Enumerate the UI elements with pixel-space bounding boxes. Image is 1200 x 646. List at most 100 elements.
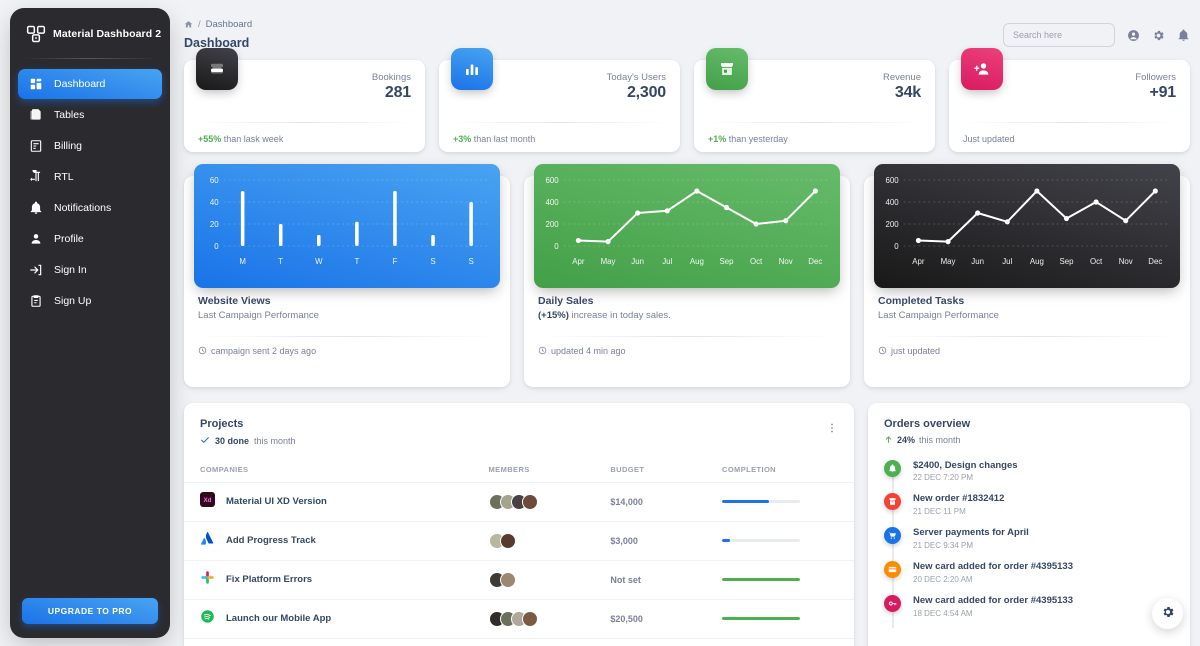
- timeline-item-title: New card added for order #4395133: [913, 560, 1073, 572]
- divider: [451, 121, 668, 123]
- sidebar-item-notifications[interactable]: Notifications: [18, 193, 162, 223]
- main-content: / Dashboard Dashboard Search here Bookin…: [178, 0, 1200, 646]
- arrow-up-icon: [884, 435, 893, 446]
- home-icon[interactable]: [184, 17, 193, 33]
- chart-footer-text: campaign sent 2 days ago: [211, 346, 317, 356]
- sidebar-divider: [22, 58, 158, 59]
- stat-cards: Bookings 281 +55% than lask week Today's…: [178, 47, 1200, 152]
- projects-period: this month: [254, 435, 296, 446]
- svg-text:Oct: Oct: [750, 256, 763, 265]
- person-icon: [28, 232, 43, 247]
- chart-footer-text: updated 4 min ago: [551, 346, 626, 356]
- timeline-item[interactable]: New card added for order #4395133 20 DEC…: [884, 560, 1174, 584]
- progress-bar: [722, 539, 800, 542]
- topbar: / Dashboard Dashboard: [178, 0, 1200, 50]
- orders-overview-card: Orders overview 24% this month $2400, De…: [868, 402, 1190, 646]
- slack-icon: [200, 570, 215, 590]
- stat-delta-text: Just updated: [963, 133, 1015, 144]
- breadcrumb-current[interactable]: Dashboard: [206, 20, 252, 30]
- settings-fab-button[interactable]: [1152, 598, 1183, 629]
- avatar: [521, 493, 538, 510]
- svg-text:Sep: Sep: [1059, 256, 1074, 265]
- timeline-item-time: 22 DEC 7:20 PM: [913, 473, 974, 483]
- sidebar-item-tables[interactable]: Tables: [18, 100, 162, 130]
- sidebar-item-label: Tables: [54, 109, 85, 121]
- svg-text:May: May: [941, 256, 956, 265]
- more-vert-icon[interactable]: [826, 421, 838, 439]
- upgrade-to-pro-button[interactable]: UPGRADE TO PRO: [22, 598, 158, 624]
- daily-sales-chart: 0 200 400 600 Apr May Jun Jul Aug Sep Oct Nov Dec: [534, 163, 840, 288]
- stat-delta: +55%: [198, 133, 222, 144]
- cell-budget: $3,000: [610, 521, 722, 561]
- timeline-item[interactable]: New card added for order #4395133 18 DEC…: [884, 594, 1174, 618]
- sidebar-item-label: Sign In: [54, 264, 87, 276]
- cell-company: Launch our Mobile App: [184, 599, 489, 639]
- timeline-item-time: 21 DEC 9:34 PM: [913, 540, 974, 550]
- clock-icon: [538, 346, 547, 357]
- brand[interactable]: Material Dashboard 2: [10, 8, 170, 58]
- svg-text:60: 60: [210, 175, 219, 184]
- account-circle-icon[interactable]: [1126, 28, 1140, 42]
- bell-icon[interactable]: [1176, 28, 1190, 42]
- store-icon: [706, 47, 748, 90]
- sidebar-item-label: Sign Up: [54, 295, 92, 307]
- timeline-item-time: 18 DEC 4:54 AM: [913, 608, 973, 618]
- timeline-item[interactable]: $2400, Design changes 22 DEC 7:20 PM: [884, 459, 1174, 483]
- svg-text:T: T: [354, 256, 359, 265]
- projects-card: Projects 30 done this month COMPANIES ME…: [184, 402, 854, 646]
- avatar-group: [488, 493, 611, 510]
- sidebar-item-billing[interactable]: Billing: [18, 131, 162, 161]
- svg-text:Aug: Aug: [690, 256, 704, 265]
- svg-text:Jun: Jun: [971, 256, 984, 265]
- column-header-completion: COMPLETION: [722, 458, 854, 483]
- timeline-item-title: $2400, Design changes: [913, 459, 1018, 471]
- svg-text:Jun: Jun: [631, 256, 644, 265]
- gear-icon[interactable]: [1151, 28, 1165, 42]
- progress-fill: [722, 539, 730, 542]
- divider: [198, 335, 496, 337]
- chart-footer: campaign sent 2 days ago: [198, 346, 496, 357]
- divider: [961, 121, 1178, 123]
- table-header-row: COMPANIES MEMBERS BUDGET COMPLETION: [184, 458, 854, 483]
- cell-members: [488, 521, 611, 561]
- weekend-icon: [196, 47, 238, 90]
- clock-icon: [198, 346, 207, 357]
- sidebar-item-label: Notifications: [54, 202, 112, 214]
- chart-card-completed-tasks: 0 200 400 600 Apr May Jun Jul Aug Sep Oct Nov Dec Co…: [864, 163, 1190, 387]
- svg-text:W: W: [315, 256, 323, 265]
- company-name: Launch our Mobile App: [226, 613, 332, 624]
- bell-icon: [28, 201, 43, 216]
- table-row[interactable]: Fix Platform Errors Not set: [184, 560, 854, 600]
- avatar: [499, 532, 516, 549]
- sidebar-item-profile[interactable]: Profile: [18, 224, 162, 254]
- svg-text:May: May: [601, 256, 616, 265]
- stat-card-followers: Followers +91 Just updated: [949, 47, 1190, 152]
- chart-card-website-views: 0 20 40 60 M T W T F S S Website Views Last Campai…: [184, 163, 510, 387]
- dashboard-icon: [28, 77, 43, 92]
- cell-members: [488, 482, 611, 522]
- timeline-item[interactable]: New order #1832412 21 DEC 11 PM: [884, 493, 1174, 516]
- chart-footer: just updated: [878, 346, 1176, 357]
- sidebar-item-label: RTL: [54, 171, 74, 183]
- table-row[interactable]: Add Progress Track $3,000: [184, 521, 854, 561]
- sidebar-item-rtl[interactable]: RTL: [18, 162, 162, 192]
- stat-delta-text: than lask week: [221, 133, 284, 144]
- avatar: [499, 571, 516, 588]
- svg-text:S: S: [468, 256, 473, 265]
- search-input[interactable]: [1003, 23, 1115, 47]
- receipt-icon: [28, 139, 43, 154]
- sidebar-item-sign-up[interactable]: Sign Up: [18, 286, 162, 316]
- svg-text:Dec: Dec: [808, 256, 822, 265]
- orders-title: Orders overview: [884, 417, 971, 430]
- sidebar-item-sign-in[interactable]: Sign In: [18, 255, 162, 285]
- svg-text:40: 40: [210, 197, 219, 206]
- svg-text:Apr: Apr: [572, 256, 585, 265]
- company-name: Fix Platform Errors: [226, 574, 313, 585]
- timeline-item[interactable]: Server payments for April 21 DEC 9:34 PM: [884, 527, 1174, 550]
- table-row[interactable]: Launch our Mobile App $20,500: [184, 599, 854, 639]
- table-row[interactable]: Xd Material UI XD Version $14,000: [184, 482, 854, 522]
- progress-bar: [722, 500, 800, 503]
- sidebar-item-dashboard[interactable]: Dashboard: [18, 69, 162, 99]
- brand-name: Material Dashboard 2: [53, 28, 162, 40]
- stat-footer: +55% than lask week: [198, 134, 283, 144]
